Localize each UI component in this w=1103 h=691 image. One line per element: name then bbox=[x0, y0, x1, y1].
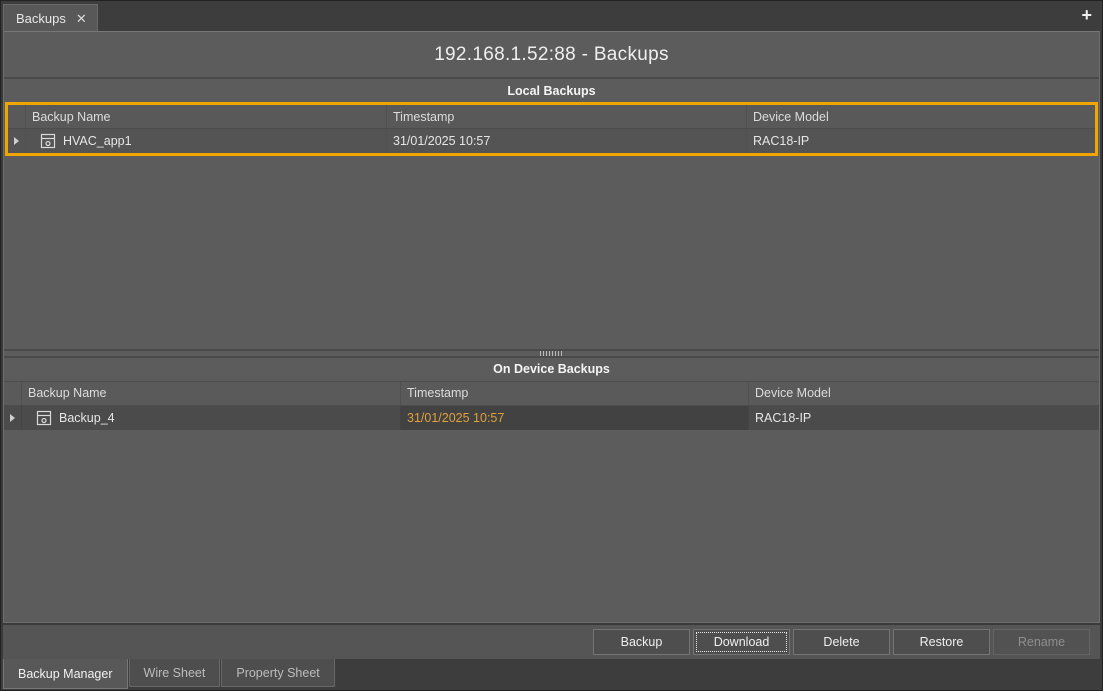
pane-splitter[interactable] bbox=[4, 349, 1099, 358]
backup-name-cell[interactable]: HVAC_app1 bbox=[26, 129, 387, 153]
col-backup-name[interactable]: Backup Name bbox=[22, 382, 401, 405]
local-backups-empty-area bbox=[4, 156, 1099, 349]
col-device-model[interactable]: Device Model bbox=[747, 105, 1095, 128]
col-timestamp[interactable]: Timestamp bbox=[401, 382, 749, 405]
backup-file-icon bbox=[36, 410, 52, 426]
device-model-cell[interactable]: RAC18-IP bbox=[747, 129, 1095, 153]
timestamp-cell-selected[interactable]: 31/01/2025 10:57 bbox=[401, 406, 749, 430]
tab-property-sheet[interactable]: Property Sheet bbox=[221, 659, 334, 687]
new-tab-icon[interactable]: + bbox=[1081, 6, 1092, 24]
chevron-right-icon bbox=[14, 137, 19, 145]
tab-backup-manager[interactable]: Backup Manager bbox=[3, 659, 128, 689]
rename-button: Rename bbox=[993, 629, 1090, 655]
download-button[interactable]: Download bbox=[693, 629, 790, 655]
col-timestamp[interactable]: Timestamp bbox=[387, 105, 747, 128]
backup-name-cell[interactable]: Backup_4 bbox=[22, 406, 401, 430]
page-title: 192.168.1.52:88 - Backups bbox=[434, 44, 669, 66]
backups-window: Backups ✕ + 192.168.1.52:88 - Backups Lo… bbox=[0, 0, 1103, 691]
backup-name: HVAC_app1 bbox=[63, 134, 132, 148]
table-row[interactable]: Backup_4 31/01/2025 10:57 RAC18-IP bbox=[4, 406, 1099, 430]
local-backups-header: Local Backups bbox=[4, 79, 1099, 102]
local-backups-table: Backup Name Timestamp Device Model bbox=[5, 102, 1098, 156]
on-device-backups-header: On Device Backups bbox=[4, 358, 1099, 381]
backup-button[interactable]: Backup bbox=[593, 629, 690, 655]
top-tab-bar: Backups ✕ + bbox=[1, 1, 1102, 31]
expander-header-cell bbox=[4, 382, 22, 405]
close-tab-icon[interactable]: ✕ bbox=[76, 12, 87, 25]
on-device-backups-table: Backup Name Timestamp Device Model bbox=[4, 381, 1099, 430]
col-backup-name[interactable]: Backup Name bbox=[26, 105, 387, 128]
row-expander[interactable] bbox=[8, 129, 26, 153]
backup-name: Backup_4 bbox=[59, 411, 115, 425]
action-button-bar: Backup Download Delete Restore Rename bbox=[3, 625, 1100, 659]
backups-panel: 192.168.1.52:88 - Backups Local Backups … bbox=[3, 31, 1100, 623]
view-tab-bar: Backup Manager Wire Sheet Property Sheet bbox=[1, 659, 1102, 691]
local-table-header: Backup Name Timestamp Device Model bbox=[8, 105, 1095, 129]
on-device-table-header: Backup Name Timestamp Device Model bbox=[4, 382, 1099, 406]
title-bar: 192.168.1.52:88 - Backups bbox=[4, 32, 1099, 79]
device-model-cell[interactable]: RAC18-IP bbox=[749, 406, 1099, 430]
splitter-grip-icon bbox=[540, 351, 564, 356]
backup-file-icon bbox=[40, 133, 56, 149]
timestamp-cell[interactable]: 31/01/2025 10:57 bbox=[387, 129, 747, 153]
delete-button[interactable]: Delete bbox=[793, 629, 890, 655]
row-expander[interactable] bbox=[4, 406, 22, 430]
tab-backups[interactable]: Backups ✕ bbox=[3, 4, 98, 31]
restore-button[interactable]: Restore bbox=[893, 629, 990, 655]
table-row[interactable]: HVAC_app1 31/01/2025 10:57 RAC18-IP bbox=[8, 129, 1095, 153]
tab-wire-sheet[interactable]: Wire Sheet bbox=[129, 659, 221, 687]
tab-backups-label: Backups bbox=[16, 11, 66, 26]
on-device-backups-empty-area bbox=[4, 430, 1099, 623]
chevron-right-icon bbox=[10, 414, 15, 422]
col-device-model[interactable]: Device Model bbox=[749, 382, 1099, 405]
expander-header-cell bbox=[8, 105, 26, 128]
